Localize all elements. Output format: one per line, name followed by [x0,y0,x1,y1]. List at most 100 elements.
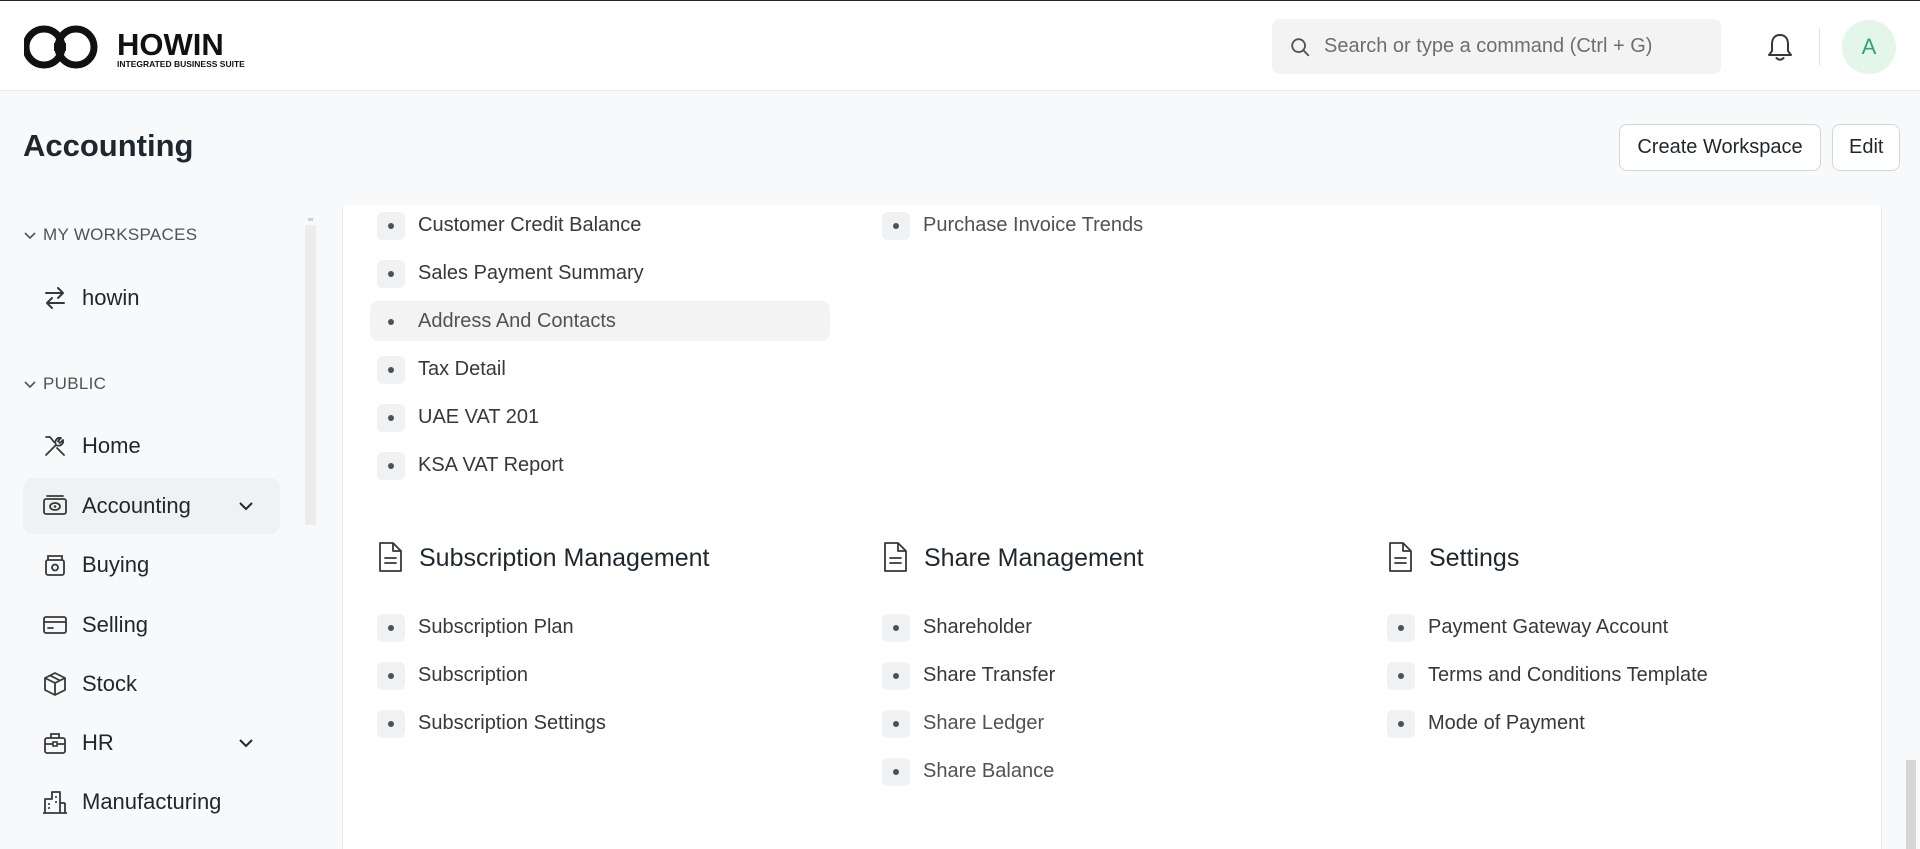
link-sales-payment-summary[interactable]: Sales Payment Summary [370,253,830,293]
chevron-down-icon [24,232,36,240]
bullet-icon [882,710,910,738]
link-label: UAE VAT 201 [418,406,540,428]
link-label: Payment Gateway Account [1428,616,1669,638]
chevron-down-icon[interactable] [237,497,255,515]
document-icon [379,542,402,572]
link-subscription[interactable]: Subscription [370,655,830,695]
link-label: Share Ledger [923,712,1045,734]
page-scrollbar[interactable] [1906,760,1916,849]
sidebar-item-label: Manufacturing [82,789,222,814]
link-subscription-settings[interactable]: Subscription Settings [370,703,830,743]
public-label: PUBLIC [43,374,107,393]
howin-logo[interactable]: HOWIN INTEGRATED BUSINESS SUITE [24,25,254,70]
link-label: Subscription Settings [418,712,606,734]
sidebar-scroll-arrow[interactable] [308,218,313,221]
sidebar-item-manufacturing[interactable]: Manufacturing [23,774,280,830]
bullet-icon [1387,710,1415,738]
bell-icon[interactable] [1766,32,1794,62]
sidebar-item-label: Home [82,433,141,458]
create-workspace-button[interactable]: Create Workspace [1619,124,1821,171]
bullet-icon [377,212,405,240]
link-share-ledger[interactable]: Share Ledger [875,703,1335,743]
link-label: Mode of Payment [1428,712,1585,734]
bullet-icon [882,614,910,642]
buying-icon [45,555,65,576]
top-navbar: HOWIN INTEGRATED BUSINESS SUITE A [0,0,1920,91]
link-uae-vat-201[interactable]: UAE VAT 201 [370,397,830,437]
sidebar-item-buying[interactable]: Buying [23,537,280,593]
sidebar-item-home[interactable]: Home [23,418,280,474]
link-terms-and-conditions-template[interactable]: Terms and Conditions Template [1380,655,1840,695]
link-label: Purchase Invoice Trends [923,214,1144,236]
sidebar-scrollbar[interactable] [305,225,316,525]
link-ksa-vat-report[interactable]: KSA VAT Report [370,445,830,485]
search-input[interactable] [1324,19,1704,74]
bullet-icon [1387,614,1415,642]
accounting-icon [43,495,67,515]
selling-icon [43,616,67,634]
section-subscription-management: Subscription Management [376,541,709,573]
section-settings: Settings [1386,541,1519,573]
my-workspaces-toggle[interactable]: MY WORKSPACES [23,225,197,245]
sidebar-item-label: Selling [82,612,149,637]
sidebar-item-accounting[interactable]: Accounting [23,478,280,534]
bullet-icon [377,452,405,480]
sidebar-item-label: Buying [82,552,150,577]
bullet-icon [882,212,910,240]
sidebar-item-label: Accounting [82,493,191,518]
public-toggle[interactable]: PUBLIC [23,374,106,394]
edit-button[interactable]: Edit [1832,124,1900,171]
search-icon [1291,38,1310,57]
bullet-icon [377,662,405,690]
my-workspaces-label: MY WORKSPACES [43,225,198,244]
navbar-divider [1819,28,1820,66]
link-tax-detail[interactable]: Tax Detail [370,349,830,389]
link-address-and-contacts[interactable]: Address And Contacts [370,301,830,341]
sidebar-item-label: HR [82,730,114,755]
bullet-icon [377,356,405,384]
link-label: KSA VAT Report [418,454,564,476]
bullet-icon [882,758,910,786]
link-customer-credit-balance[interactable]: Customer Credit Balance [370,205,830,245]
link-label: Tax Detail [418,358,506,380]
link-mode-of-payment[interactable]: Mode of Payment [1380,703,1840,743]
stock-icon [44,672,66,696]
document-icon [884,542,907,572]
chevron-down-icon [24,381,36,389]
sidebar-item-label: Stock [82,671,138,696]
bullet-icon [882,662,910,690]
hr-icon [44,733,66,754]
workspace-content-card: Customer Credit Balance Sales Payment Su… [342,205,1882,849]
link-share-balance[interactable]: Share Balance [875,751,1335,791]
sidebar-item-howin[interactable]: howin [23,270,280,326]
sidebar-item-label: howin [82,285,140,310]
link-label: Share Balance [923,760,1055,782]
chevron-down-icon[interactable] [237,734,255,752]
link-shareholder[interactable]: Shareholder [875,607,1335,647]
brand-name: HOWIN [117,27,224,62]
sidebar: MY WORKSPACES howin PUBLIC Home Accounti… [0,205,320,849]
link-share-transfer[interactable]: Share Transfer [875,655,1335,695]
section-title: Settings [1429,544,1520,572]
section-title: Subscription Management [419,544,710,572]
bullet-icon [1387,662,1415,690]
page-title: Accounting [23,128,194,163]
document-icon [1389,542,1412,572]
link-label: Subscription Plan [418,616,574,638]
avatar[interactable]: A [1842,20,1896,74]
section-title: Share Management [924,544,1144,572]
sidebar-item-hr[interactable]: HR [23,715,280,771]
bullet-icon [377,308,405,336]
link-label: Terms and Conditions Template [1428,664,1708,686]
link-label: Address And Contacts [418,310,616,332]
sidebar-item-selling[interactable]: Selling [23,597,280,653]
link-payment-gateway-account[interactable]: Payment Gateway Account [1380,607,1840,647]
brand-tagline: INTEGRATED BUSINESS SUITE [117,59,245,69]
link-purchase-invoice-trends[interactable]: Purchase Invoice Trends [875,205,1335,245]
switch-arrows-icon [45,287,65,309]
link-label: Sales Payment Summary [418,262,644,284]
link-subscription-plan[interactable]: Subscription Plan [370,607,830,647]
search-bar[interactable] [1272,19,1721,74]
section-share-management: Share Management [881,541,1144,573]
sidebar-item-stock[interactable]: Stock [23,656,280,712]
